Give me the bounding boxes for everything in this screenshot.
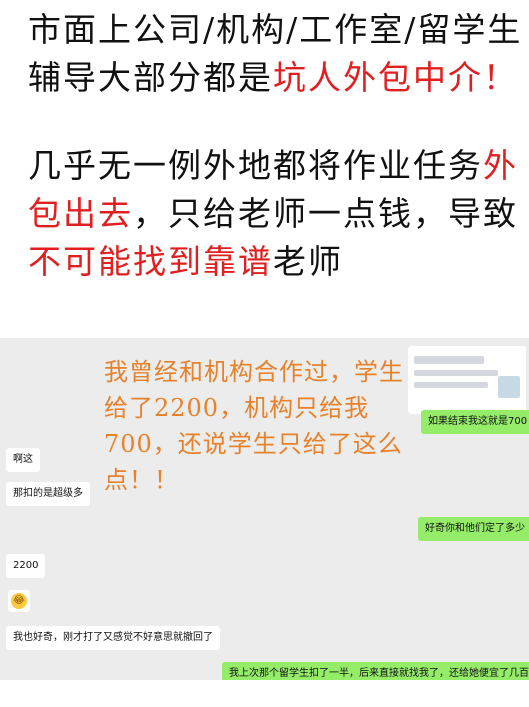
chat-message[interactable]: 我也好奇，刚才打了又感觉不好意思就撤回了 [6, 626, 220, 650]
blurred-card [408, 346, 526, 414]
chat-message[interactable]: 我上次那个留学生扣了一半，后来直接就找我了，还给她便宜了几百 [222, 662, 529, 680]
chat-message[interactable]: 2200 [6, 554, 46, 578]
laughing-emoji-icon[interactable]: 😂 [8, 590, 30, 612]
headline-text-4: 老师 [273, 242, 343, 281]
chat-message[interactable]: 如果结束我这就是700 [421, 410, 529, 434]
headline-text-3: ，只给老师一点钱，导致 [133, 194, 518, 233]
headline-highlight-1: 坑人外包中介！ [273, 58, 518, 97]
headline: 市面上公司/机构/工作室/留学生辅导大部分都是坑人外包中介！ 几乎无一例外地都将… [28, 6, 523, 286]
chat-message[interactable]: 好奇你和他们定了多少 [418, 517, 529, 541]
headline-paragraph-1: 市面上公司/机构/工作室/留学生辅导大部分都是坑人外包中介！ [28, 6, 523, 102]
headline-text-2: 几乎无一例外地都将作业任务 [28, 146, 483, 185]
thumbnail-icon [498, 376, 520, 398]
chat-message[interactable]: 啊这 [6, 448, 40, 472]
overlay-caption: 我曾经和机构合作过，学生给了2200，机构只给我700，还说学生只给了这么点！！ [104, 358, 404, 494]
headline-paragraph-2: 几乎无一例外地都将作业任务外包出去，只给老师一点钱，导致不可能找到靠谱老师 [28, 142, 523, 286]
headline-highlight-3: 不可能找到靠谱 [28, 242, 273, 281]
chat-message[interactable]: 那扣的是超级多 [6, 482, 90, 506]
